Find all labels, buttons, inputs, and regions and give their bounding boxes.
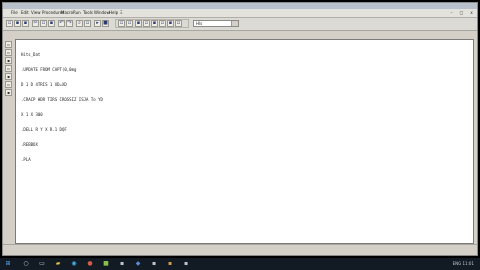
font-select-value: Hls xyxy=(196,21,203,26)
tool-icon[interactable]: ▪ xyxy=(167,20,174,27)
save-icon[interactable]: ▪ xyxy=(22,20,29,27)
system-tray[interactable]: ENG 11:01 xyxy=(453,260,474,268)
tool-icon[interactable]: ▪ xyxy=(151,20,158,27)
app-icon[interactable]: ● xyxy=(86,260,94,268)
find-icon[interactable]: ⌕ xyxy=(76,20,83,27)
menu-bar: File Edit View Procedures Macro Run Tool… xyxy=(3,9,477,18)
redo-icon[interactable]: ↷ xyxy=(66,20,73,27)
app-icon[interactable]: ▪ xyxy=(118,260,126,268)
side-tool-icon[interactable]: ▫ xyxy=(5,41,12,48)
editor-line: Hits_Dat xyxy=(21,52,41,57)
replace-icon[interactable]: ▫ xyxy=(84,20,91,27)
minimize-button[interactable]: – xyxy=(448,10,455,15)
menu-tools[interactable]: Tools xyxy=(83,10,93,16)
side-tool-icon[interactable]: ▪ xyxy=(5,57,12,64)
folder-icon[interactable]: ▰ xyxy=(54,260,62,268)
new-file-icon[interactable]: ▫ xyxy=(6,20,13,27)
close-button[interactable]: x xyxy=(468,10,475,15)
paste-icon[interactable]: ▪ xyxy=(48,20,55,27)
editor-line: .CRACP HDR TIRS CROSSIZ ISJA To YD xyxy=(21,97,103,102)
side-toolbar: ▫ ▫ ▪ ▫ ▪ ▫ ▪ xyxy=(4,41,14,101)
menu-window[interactable]: Window xyxy=(94,10,110,16)
editor-line: D 1 D 4TRIS 1 XD=XD xyxy=(21,82,67,87)
search-icon[interactable]: ○ xyxy=(22,260,30,268)
open-icon[interactable]: ▪ xyxy=(14,20,21,27)
maximize-button[interactable]: □ xyxy=(458,10,465,15)
stop-icon[interactable]: ■ xyxy=(102,20,109,27)
side-tool-icon[interactable]: ▫ xyxy=(5,81,12,88)
font-select[interactable]: Hls xyxy=(193,20,239,27)
side-tool-icon[interactable]: ▫ xyxy=(5,65,12,72)
menu-run[interactable]: Run xyxy=(73,10,81,16)
app-icon[interactable]: ▪ xyxy=(182,260,190,268)
side-tool-icon[interactable]: ▪ xyxy=(5,73,12,80)
tool-icon[interactable]: ▪ xyxy=(135,20,142,27)
window-controls: – □ x xyxy=(448,10,475,15)
start-icon[interactable]: ⊞ xyxy=(4,260,12,268)
app-icon[interactable]: ◆ xyxy=(134,260,142,268)
app-icon[interactable]: ■ xyxy=(102,260,110,268)
editor-line: .DELL R Y X R.1 DQF xyxy=(21,127,67,132)
app-icon[interactable]: ▪ xyxy=(166,260,174,268)
toolbar-group: ▫ ▫ ▪ ▫ ▪ ▫ ▪ ▫ xyxy=(115,19,189,28)
menu-edit[interactable]: Edit xyxy=(21,10,29,16)
desktop: File Edit View Procedures Macro Run Tool… xyxy=(0,0,480,270)
editor-line: .UPDATE FROM CAPT(0,0mg xyxy=(21,67,77,72)
menu-macro[interactable]: Macro xyxy=(61,10,73,16)
tool-icon[interactable]: ▫ xyxy=(159,20,166,27)
task-view-icon[interactable]: ▭ xyxy=(38,260,46,268)
application-window: File Edit View Procedures Macro Run Tool… xyxy=(2,2,478,256)
chevron-down-icon[interactable] xyxy=(231,21,238,26)
tool-icon[interactable]: ▫ xyxy=(126,20,133,27)
side-tool-icon[interactable]: ▫ xyxy=(5,49,12,56)
run-icon[interactable]: ▸ xyxy=(94,20,101,27)
side-tool-icon[interactable]: ▪ xyxy=(5,89,12,96)
menu-view[interactable]: View xyxy=(31,10,41,16)
tool-icon[interactable]: ▫ xyxy=(143,20,150,27)
menu-file[interactable]: File xyxy=(11,10,18,16)
tool-icon[interactable]: ▫ xyxy=(118,20,125,27)
browser-icon[interactable]: ◉ xyxy=(70,260,78,268)
copy-icon[interactable]: ▫ xyxy=(40,20,47,27)
menu-help[interactable]: Help xyxy=(109,10,118,16)
editor-line: .REBBOX xyxy=(21,142,38,147)
taskbar: ⊞ ○ ▭ ▰ ◉ ● ■ ▪ ◆ ▪ ▪ ▪ ENG 11:01 xyxy=(0,258,480,270)
app-icon[interactable]: ▪ xyxy=(150,260,158,268)
toolbar: ▫ ▪ ▪ ✂ ▫ ▪ ↶ ↷ ⌕ ▫ ▸ ■ ▫ ▫ ▪ ▫ ▪ ▫ ▪ ▫ … xyxy=(3,18,477,31)
status-bar xyxy=(3,244,477,255)
cut-icon[interactable]: ✂ xyxy=(32,20,39,27)
editor-lines: Hits_Dat .UPDATE FROM CAPT(0,0mg D 1 D 4… xyxy=(21,42,103,172)
editor-line: X 1 X 300 xyxy=(21,112,43,117)
menu-extra[interactable]: Ξ xyxy=(120,10,123,16)
code-editor[interactable]: Hits_Dat .UPDATE FROM CAPT(0,0mg D 1 D 4… xyxy=(15,39,474,244)
editor-line: .PLA xyxy=(21,157,31,162)
tool-icon[interactable]: ▫ xyxy=(175,20,182,27)
undo-icon[interactable]: ↶ xyxy=(58,20,65,27)
